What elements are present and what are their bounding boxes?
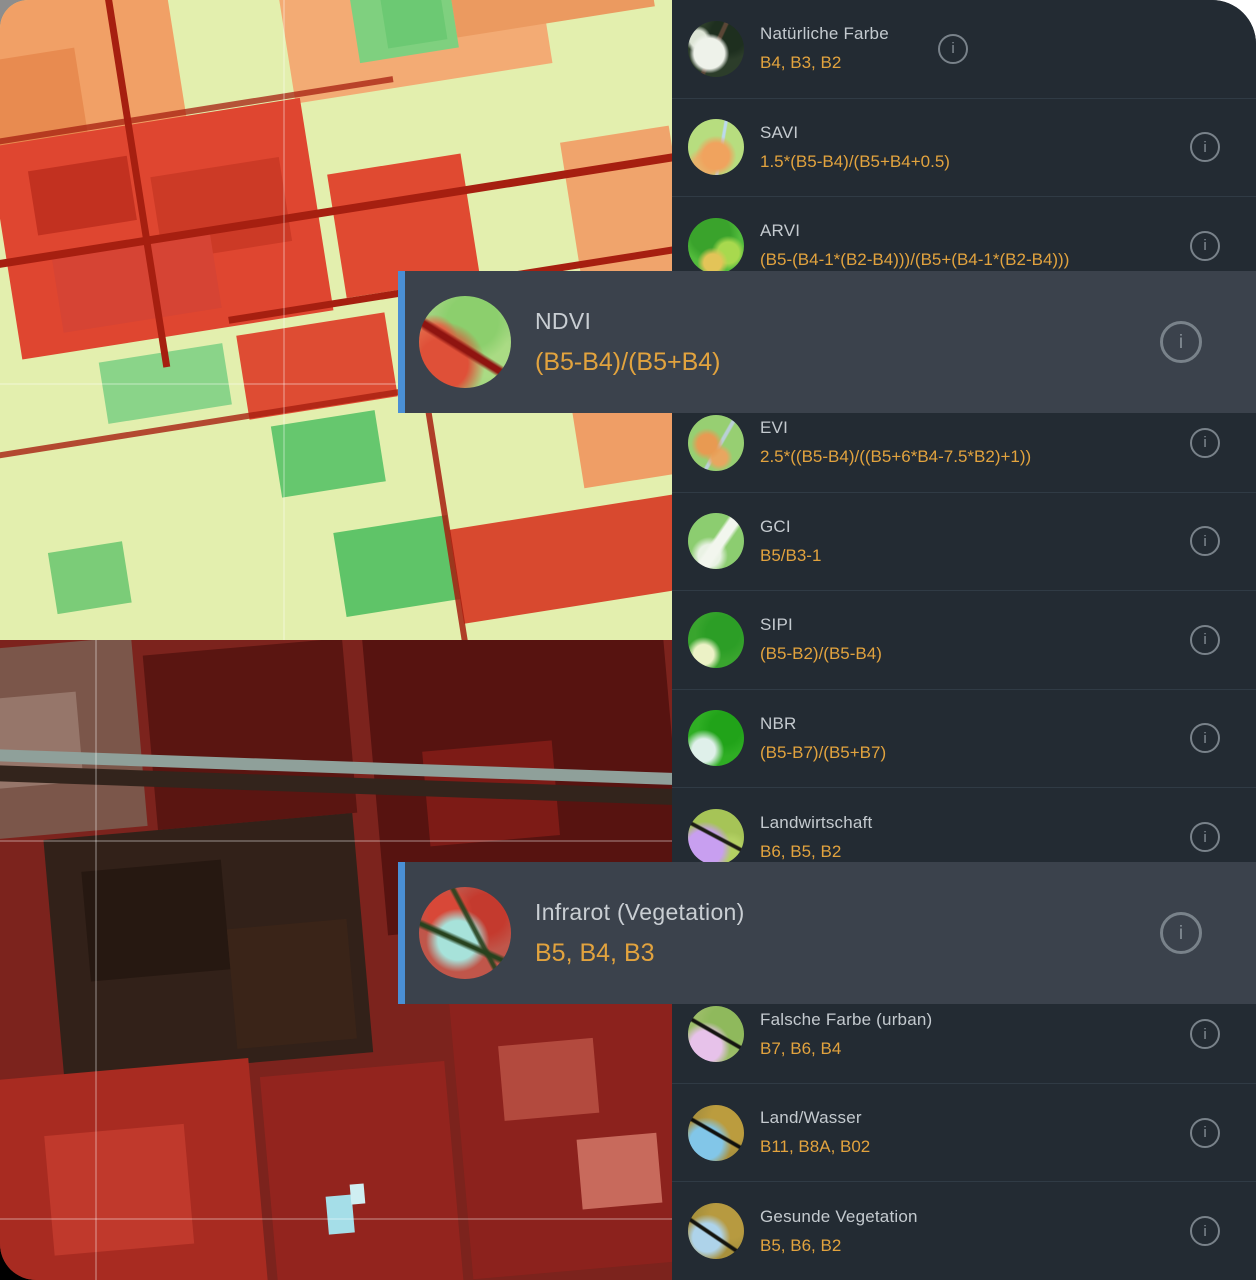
info-icon[interactable]: i — [1160, 912, 1202, 954]
layer-list-panel: Natürliche Farbe B4, B3, B2 i SAVI 1.5*(… — [672, 0, 1256, 1280]
layer-thumbnail-infrared-vegetation — [419, 887, 511, 979]
layer-item-natuerliche-farbe[interactable]: Natürliche Farbe B4, B3, B2 i — [672, 0, 1256, 98]
selected-layer-title: NDVI — [535, 308, 721, 335]
info-icon[interactable]: i — [1190, 1019, 1220, 1049]
layer-title: Land/Wasser — [760, 1108, 870, 1128]
info-icon[interactable]: i — [1190, 1216, 1220, 1246]
layer-thumbnail-natural-color — [688, 21, 744, 77]
screen: Natürliche Farbe B4, B3, B2 i SAVI 1.5*(… — [0, 0, 1256, 1280]
info-icon[interactable]: i — [1190, 132, 1220, 162]
layer-title: NBR — [760, 714, 886, 734]
graticule-line — [95, 640, 97, 1280]
layer-title: GCI — [760, 517, 821, 537]
layer-thumbnail-arvi — [688, 218, 744, 274]
layer-bands: B4, B3, B2 — [760, 53, 889, 73]
layer-item-gci[interactable]: GCI B5/B3-1 i — [672, 492, 1256, 591]
info-icon[interactable]: i — [1190, 231, 1220, 261]
info-icon[interactable]: i — [1190, 526, 1220, 556]
graticule-line — [0, 840, 672, 842]
layer-thumbnail-gci — [688, 513, 744, 569]
layer-item-sipi[interactable]: SIPI (B5-B2)/(B5-B4) i — [672, 590, 1256, 689]
layer-thumbnail-false-color-urban — [688, 1006, 744, 1062]
layer-thumbnail-evi — [688, 415, 744, 471]
layer-formula: (B5-(B4-1*(B2-B4)))/(B5+(B4-1*(B2-B4))) — [760, 250, 1069, 270]
layer-item-nbr[interactable]: NBR (B5-B7)/(B5+B7) i — [672, 689, 1256, 788]
selected-layer-formula: (B5-B4)/(B5+B4) — [535, 348, 721, 377]
layer-formula: (B5-B2)/(B5-B4) — [760, 644, 882, 664]
map-preview-column — [0, 0, 672, 1280]
layer-bands: B11, B8A, B02 — [760, 1137, 870, 1157]
layer-thumbnail-ndvi — [419, 296, 511, 388]
info-icon[interactable]: i — [1190, 1118, 1220, 1148]
layer-bands: B6, B5, B2 — [760, 842, 872, 862]
info-icon[interactable]: i — [1190, 625, 1220, 655]
layer-title: SAVI — [760, 123, 950, 143]
selected-layer-infrarot-vegetation[interactable]: Infrarot (Vegetation) B5, B4, B3 i — [398, 862, 1256, 1004]
layer-item-gesunde-vegetation[interactable]: Gesunde Vegetation B5, B6, B2 i — [672, 1181, 1256, 1280]
layer-title: Natürliche Farbe — [760, 24, 889, 44]
layer-formula: 1.5*(B5-B4)/(B5+B4+0.5) — [760, 152, 950, 172]
info-icon[interactable]: i — [1190, 822, 1220, 852]
layer-thumbnail-land-water — [688, 1105, 744, 1161]
layer-title: EVI — [760, 418, 1031, 438]
info-icon[interactable]: i — [1160, 321, 1202, 363]
layer-bands: B7, B6, B4 — [760, 1039, 932, 1059]
selected-layer-bands: B5, B4, B3 — [535, 939, 745, 968]
selected-layer-title: Infrarot (Vegetation) — [535, 899, 745, 926]
info-icon[interactable]: i — [938, 34, 968, 64]
layer-formula: B5/B3-1 — [760, 546, 821, 566]
layer-title: Gesunde Vegetation — [760, 1207, 918, 1227]
layer-thumbnail-agriculture — [688, 809, 744, 865]
layer-formula: 2.5*((B5-B4)/((B5+6*B4-7.5*B2)+1)) — [760, 447, 1031, 467]
layer-title: Falsche Farbe (urban) — [760, 1010, 932, 1030]
selected-layer-ndvi[interactable]: NDVI (B5-B4)/(B5+B4) i — [398, 271, 1256, 413]
info-icon[interactable]: i — [1190, 723, 1220, 753]
layer-thumbnail-savi — [688, 119, 744, 175]
info-icon[interactable]: i — [1190, 428, 1220, 458]
layer-item-land-wasser[interactable]: Land/Wasser B11, B8A, B02 i — [672, 1083, 1256, 1182]
layer-thumbnail-healthy-vegetation — [688, 1203, 744, 1259]
visualization-picker-card: Natürliche Farbe B4, B3, B2 i SAVI 1.5*(… — [0, 0, 1256, 1280]
layer-bands: B5, B6, B2 — [760, 1236, 918, 1256]
layer-thumbnail-sipi — [688, 612, 744, 668]
layer-title: Landwirtschaft — [760, 813, 872, 833]
layer-formula: (B5-B7)/(B5+B7) — [760, 743, 886, 763]
graticule-line — [283, 0, 285, 640]
graticule-line — [0, 1218, 672, 1220]
layer-title: ARVI — [760, 221, 1069, 241]
layer-thumbnail-nbr — [688, 710, 744, 766]
layer-item-savi[interactable]: SAVI 1.5*(B5-B4)/(B5+B4+0.5) i — [672, 98, 1256, 197]
layer-title: SIPI — [760, 615, 882, 635]
